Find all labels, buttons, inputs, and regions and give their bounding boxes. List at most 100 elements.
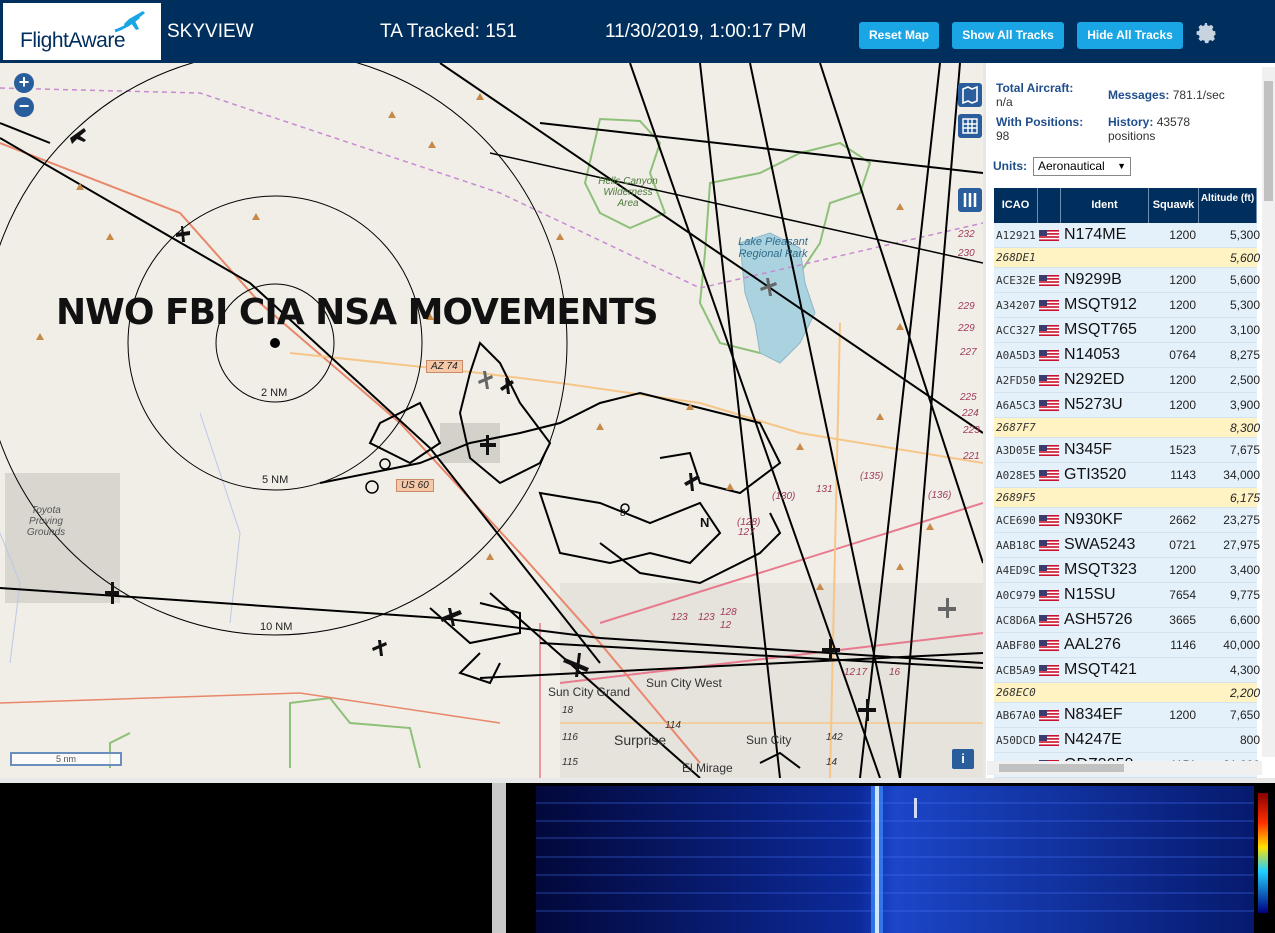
squawk-cell: 0721: [1169, 538, 1196, 552]
tracked-count: TA Tracked: 151: [380, 21, 517, 42]
table-row[interactable]: A50DCD N4247E 800: [994, 728, 1260, 753]
icao-cell: AAB18C: [996, 538, 1036, 552]
panel-horizontal-scrollbar[interactable]: [987, 761, 1262, 775]
map-canvas[interactable]: N 8: [0, 63, 983, 778]
flightaware-logo[interactable]: FlightAware: [3, 3, 161, 60]
altitude-cell: 3,100: [1229, 323, 1260, 337]
table-row[interactable]: AABF80 AAL276 1146 40,000: [994, 633, 1260, 658]
table-row[interactable]: A028E5 GTI3520 1143 34,000: [994, 463, 1260, 488]
waterfall-canvas: [536, 786, 1268, 933]
sun-city-grand-label: Sun City Grand: [548, 685, 631, 699]
current-datetime: 11/30/2019, 1:00:17 PM: [605, 21, 807, 42]
squawk-cell: 1523: [1169, 443, 1196, 457]
table-row[interactable]: A2FD50N292ED12002,500▼: [994, 368, 1271, 393]
road-number: 115: [562, 757, 578, 768]
squawk-cell: 1200: [1169, 373, 1196, 387]
table-row[interactable]: A0C979 N15SU 7654 9,775: [994, 583, 1260, 608]
ident-cell: N292ED: [1064, 371, 1125, 388]
table-row[interactable]: 268DE1 5,600: [994, 248, 1260, 268]
road-number: (130): [772, 491, 796, 502]
reset-map-button[interactable]: Reset Map: [859, 22, 939, 49]
toggle-sidebar-icon[interactable]: [958, 188, 982, 212]
icao-cell: A34207: [996, 298, 1036, 312]
table-row[interactable]: A0A5D3 N14053 0764 8,275: [994, 343, 1260, 368]
icao-cell: A2FD50: [996, 373, 1036, 387]
col-icao[interactable]: ICAO: [994, 188, 1038, 223]
us-flag-icon: [1039, 275, 1059, 286]
panel-vertical-scrollbar[interactable]: [1262, 67, 1275, 757]
table-row[interactable]: A12921 N174ME 1200 5,300: [994, 223, 1260, 248]
altitude-cell: 5,300: [1229, 228, 1260, 242]
units-label: Units:: [993, 159, 1027, 173]
table-row[interactable]: ACE32E N9299B 1200 5,600: [994, 268, 1260, 293]
table-row[interactable]: AAB18CSWA5243072127,975▲: [994, 533, 1271, 558]
scroll-thumb[interactable]: [999, 764, 1124, 772]
svg-text:N: N: [700, 515, 709, 530]
aircraft-table-body: A12921 N174ME 1200 5,300 268DE1 5,600 ACE32E N9…: [994, 223, 1271, 778]
map-layers-icon[interactable]: [958, 83, 982, 107]
road-number: (136): [928, 490, 952, 501]
squawk-cell: 0764: [1169, 348, 1196, 362]
table-row[interactable]: 2689F5 6,175: [994, 488, 1260, 508]
table-row[interactable]: A34207MSQT91212005,300▲: [994, 293, 1271, 318]
icao-cell: 2689F5: [996, 491, 1036, 504]
squawk-cell: 1200: [1169, 398, 1196, 412]
us-flag-icon: [1039, 325, 1059, 336]
us60-shield: US 60: [396, 479, 434, 492]
table-row[interactable]: 268EC0 2,200: [994, 683, 1260, 703]
map-view[interactable]: N 8 + − NWO FBI CIA NSA MOVEMENTS 2 NM 5…: [0, 63, 983, 778]
altitude-cell: 5,600: [1229, 273, 1260, 287]
table-row[interactable]: ACC327MSQT76512003,100▲: [994, 318, 1271, 343]
table-row[interactable]: A3D05EN345F15237,675▲: [994, 438, 1271, 463]
ident-cell: GTI3520: [1064, 466, 1127, 483]
with-positions-value: 98: [996, 129, 1010, 143]
grid-icon[interactable]: [958, 114, 982, 138]
squawk-cell: [1152, 488, 1196, 507]
table-row[interactable]: ACB5A9 MSQT421 4,300: [994, 658, 1260, 683]
table-row[interactable]: A4ED9CMSQT32312003,400▼: [994, 558, 1271, 583]
table-row[interactable]: AB67A0N834EF12007,650▲: [994, 703, 1271, 728]
lake-pleasant-label: Lake Pleasant Regional Park: [738, 236, 808, 260]
history-unit: positions: [1108, 129, 1156, 143]
zoom-out-button[interactable]: −: [14, 97, 34, 117]
hide-all-tracks-button[interactable]: Hide All Tracks: [1077, 22, 1183, 49]
zoom-in-button[interactable]: +: [14, 73, 34, 93]
road-number: 17: [856, 667, 868, 678]
gear-icon[interactable]: [1194, 21, 1218, 45]
app-title: SKYVIEW: [167, 21, 254, 42]
sun-city-label: Sun City: [746, 733, 792, 747]
scroll-thumb[interactable]: [1264, 81, 1273, 201]
col-ident[interactable]: Ident: [1061, 188, 1149, 223]
us-flag-icon: [1039, 470, 1059, 481]
road-number: 128: [720, 607, 737, 618]
col-flag[interactable]: [1038, 188, 1061, 223]
table-row[interactable]: A6A5C3 N5273U 1200 3,900: [994, 393, 1260, 418]
altitude-cell: 7,650: [1229, 708, 1260, 722]
road-number: 12: [720, 620, 732, 631]
us-flag-icon: [1039, 230, 1059, 241]
road-number: 16: [889, 667, 901, 678]
col-squawk[interactable]: Squawk: [1149, 188, 1199, 223]
squawk-cell: 1146: [1170, 638, 1196, 652]
icao-cell: AC8D6A: [996, 613, 1036, 627]
road-number: (135): [860, 471, 884, 482]
squawk-cell: 1200: [1169, 273, 1196, 287]
panel-divider[interactable]: [492, 783, 506, 933]
icao-cell: A0A5D3: [996, 348, 1036, 362]
info-icon[interactable]: i: [952, 749, 974, 769]
show-all-tracks-button[interactable]: Show All Tracks: [952, 22, 1064, 49]
table-row[interactable]: 2687F7 8,300: [994, 418, 1260, 438]
road-number: 229: [958, 323, 975, 334]
units-select[interactable]: Aeronautical ▼: [1033, 157, 1131, 176]
table-row[interactable]: ACE690N930KF266223,275▲: [994, 508, 1271, 533]
altitude-cell: 5,600: [1229, 250, 1260, 265]
ident-cell: N9299B: [1064, 271, 1122, 288]
icao-cell: ACC327: [996, 323, 1036, 337]
col-altitude[interactable]: Altitude (ft): [1199, 188, 1257, 223]
ident-cell: MSQT912: [1064, 296, 1137, 313]
ident-cell: MSQT421: [1064, 661, 1137, 678]
history-label: History:: [1108, 115, 1154, 129]
table-row[interactable]: AC8D6AASH572636656,600▼: [994, 608, 1271, 633]
squawk-cell: [1152, 728, 1196, 752]
squawk-cell: 1143: [1170, 468, 1196, 482]
